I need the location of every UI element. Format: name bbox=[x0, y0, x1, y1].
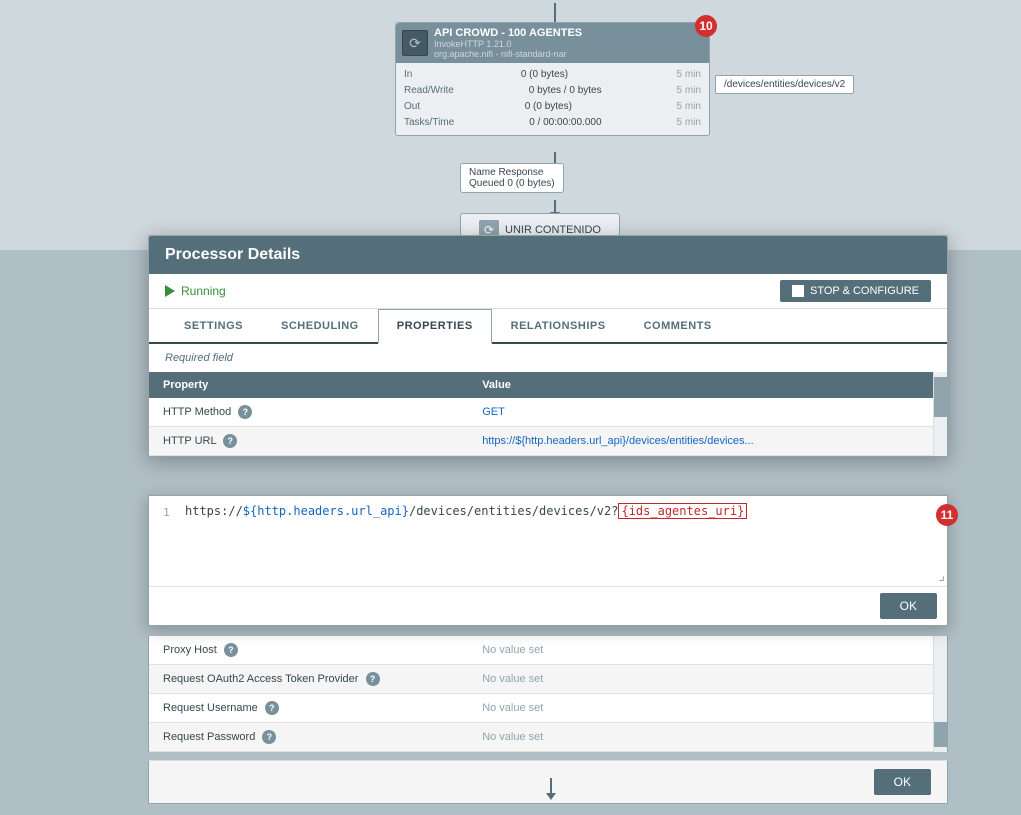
info-icon-username[interactable]: ? bbox=[265, 701, 279, 715]
tab-settings[interactable]: SETTINGS bbox=[165, 309, 262, 342]
table-row: HTTP Method ? GET bbox=[149, 398, 947, 427]
editor-ok-row: OK bbox=[149, 586, 947, 625]
prop-value-password: No value set bbox=[468, 723, 947, 752]
table-row: Request OAuth2 Access Token Provider ? N… bbox=[149, 665, 947, 694]
prop-name-http-url: HTTP URL ? bbox=[149, 427, 468, 456]
prop-name-proxy-host: Proxy Host ? bbox=[149, 636, 468, 665]
tab-scheduling[interactable]: SCHEDULING bbox=[262, 309, 378, 342]
line-number: 1 bbox=[163, 504, 175, 519]
info-icon-password[interactable]: ? bbox=[262, 730, 276, 744]
processor-header: ⟳ API CROWD - 100 AGENTES InvokeHTTP 1.2… bbox=[396, 23, 709, 63]
play-icon bbox=[165, 285, 175, 297]
processor-icon: ⟳ bbox=[402, 30, 428, 56]
table-row: HTTP URL ? https://${http.headers.url_ap… bbox=[149, 427, 947, 456]
properties-table: Property Value HTTP Method ? GET bbox=[149, 372, 947, 456]
prop-name-oauth: Request OAuth2 Access Token Provider ? bbox=[149, 665, 468, 694]
prop-name-password: Request Password ? bbox=[149, 723, 468, 752]
tab-relationships[interactable]: RELATIONSHIPS bbox=[492, 309, 625, 342]
queue-label: Name Response Queued 0 (0 bytes) bbox=[460, 163, 564, 193]
queue-name-label: Name bbox=[469, 167, 498, 178]
editor-ok-button[interactable]: OK bbox=[880, 593, 937, 619]
col-property: Property bbox=[149, 372, 468, 398]
prop-value-http-url[interactable]: https://${http.headers.url_api}/devices/… bbox=[468, 427, 947, 456]
scrollbar[interactable] bbox=[933, 372, 947, 456]
more-properties-section: Proxy Host ? No value set Request OAuth2… bbox=[148, 636, 948, 752]
required-field-label: Required field bbox=[149, 344, 947, 372]
editor-line-1: 1 https://${http.headers.url_api}/device… bbox=[163, 504, 933, 519]
queue-queued-value: 0 (0 bytes) bbox=[507, 178, 554, 189]
url-label: /devices/entities/devices/v2 bbox=[715, 75, 854, 94]
stop-configure-button[interactable]: STOP & CONFIGURE bbox=[780, 280, 931, 302]
url-var2: {ids_agentes_uri} bbox=[618, 503, 747, 519]
prop-name-http-method: HTTP Method ? bbox=[149, 398, 468, 427]
tabs-bar: SETTINGS SCHEDULING PROPERTIES RELATIONS… bbox=[149, 309, 947, 344]
table-row: Proxy Host ? No value set bbox=[149, 636, 947, 665]
prop-value-username: No value set bbox=[468, 694, 947, 723]
url-text: https://${http.headers.url_api}/devices/… bbox=[185, 504, 933, 518]
url-middle: /devices/entities/devices/v2? bbox=[409, 504, 619, 518]
processor-details-modal: Processor Details Running STOP & CONFIGU… bbox=[148, 235, 948, 457]
prop-value-proxy-host: No value set bbox=[468, 636, 947, 665]
editor-badge: 11 bbox=[936, 504, 958, 526]
processor-sub2: org.apache.nifi - nifi-standard-nar bbox=[434, 49, 703, 59]
tab-comments[interactable]: COMMENTS bbox=[625, 309, 731, 342]
prop-name-username: Request Username ? bbox=[149, 694, 468, 723]
resize-handle[interactable]: ⌟ bbox=[938, 567, 945, 584]
processor-name: API CROWD - 100 AGENTES bbox=[434, 27, 703, 39]
processor-stats: In0 (0 bytes)5 min Read/Write0 bytes / 0… bbox=[396, 63, 709, 135]
processor-sub1: InvokeHTTP 1.21.0 bbox=[434, 39, 703, 49]
queue-name-value: Response bbox=[498, 167, 543, 178]
info-icon-http-url[interactable]: ? bbox=[223, 434, 237, 448]
processor-badge: 10 bbox=[695, 15, 717, 37]
col-value: Value bbox=[468, 372, 947, 398]
url-editor-popup: 1 https://${http.headers.url_api}/device… bbox=[148, 495, 948, 626]
scroll-thumb-more bbox=[934, 722, 948, 747]
modal-body: Required field Property Value HTTP Metho… bbox=[149, 344, 947, 456]
stop-icon bbox=[792, 285, 804, 297]
stop-configure-label: STOP & CONFIGURE bbox=[810, 285, 919, 297]
bottom-arrow bbox=[546, 778, 556, 800]
tab-properties[interactable]: PROPERTIES bbox=[378, 309, 492, 344]
prop-value-http-method[interactable]: GET bbox=[468, 398, 947, 427]
editor-empty-space bbox=[163, 519, 933, 569]
table-row: Request Username ? No value set bbox=[149, 694, 947, 723]
modal-status-bar: Running STOP & CONFIGURE bbox=[149, 274, 947, 309]
info-icon-proxy-host[interactable]: ? bbox=[224, 643, 238, 657]
modal-title: Processor Details bbox=[149, 236, 947, 274]
prop-value-oauth: No value set bbox=[468, 665, 947, 694]
info-icon-oauth[interactable]: ? bbox=[366, 672, 380, 686]
url-var1: ${http.headers.url_api} bbox=[243, 504, 409, 518]
properties-table-area: Property Value HTTP Method ? GET bbox=[149, 372, 947, 456]
scroll-thumb bbox=[934, 377, 948, 417]
editor-inner: 1 https://${http.headers.url_api}/device… bbox=[149, 496, 947, 586]
info-icon-http-method[interactable]: ? bbox=[238, 405, 252, 419]
scrollbar-more[interactable] bbox=[933, 636, 947, 752]
status-label: Running bbox=[181, 284, 226, 298]
processor-title: API CROWD - 100 AGENTES InvokeHTTP 1.21.… bbox=[434, 27, 703, 59]
status-running: Running bbox=[165, 284, 226, 298]
footer-ok-button[interactable]: OK bbox=[874, 769, 931, 795]
table-row: Request Password ? No value set bbox=[149, 723, 947, 752]
more-properties-table: Proxy Host ? No value set Request OAuth2… bbox=[149, 636, 947, 752]
queue-queued-label: Queued bbox=[469, 178, 507, 189]
processor-node: ⟳ API CROWD - 100 AGENTES InvokeHTTP 1.2… bbox=[395, 22, 710, 136]
url-prefix: https:// bbox=[185, 504, 243, 518]
